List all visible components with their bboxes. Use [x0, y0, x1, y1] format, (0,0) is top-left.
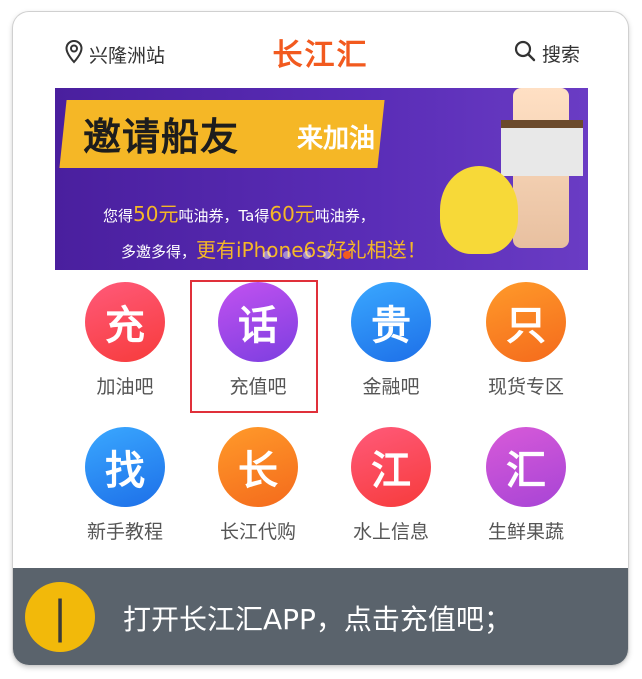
- feature-icon: 找: [85, 427, 165, 507]
- feature-tile[interactable]: 汇生鲜果蔬: [471, 427, 581, 544]
- search-button[interactable]: 搜索: [514, 40, 580, 67]
- banner-headline-emphasis: 来加油: [297, 124, 376, 154]
- banner-figure-shorts: [501, 120, 583, 176]
- feature-label: 金融吧: [362, 376, 420, 398]
- carousel-dot[interactable]: [303, 251, 311, 259]
- feature-tile[interactable]: 只现货专区: [471, 282, 581, 399]
- carousel-dots[interactable]: [263, 251, 351, 259]
- feature-label: 现货专区: [487, 376, 564, 398]
- feature-tile[interactable]: 充加油吧: [70, 282, 180, 399]
- carousel-dot[interactable]: [323, 251, 331, 259]
- feature-tile[interactable]: 长长江代购: [203, 427, 313, 544]
- banner-amount: 60元: [269, 202, 315, 226]
- feature-label: 长江代购: [219, 521, 296, 543]
- feature-icon: 江: [351, 427, 431, 507]
- feature-tile[interactable]: 找新手教程: [70, 427, 180, 544]
- banner-mascot: [440, 166, 518, 254]
- feature-tile[interactable]: 贵金融吧: [336, 282, 446, 399]
- instruction-bar: | 打开长江汇APP，点击充值吧；: [13, 568, 628, 665]
- search-label: 搜索: [541, 44, 580, 66]
- highlight-box: [190, 280, 318, 413]
- banner-text: 吨油券，: [314, 207, 375, 225]
- carousel-dot[interactable]: [283, 251, 291, 259]
- feature-tile[interactable]: 江水上信息: [336, 427, 446, 544]
- banner-amount: 50元: [133, 202, 179, 226]
- feature-icon: 贵: [351, 282, 431, 362]
- feature-icon: 长: [218, 427, 298, 507]
- instruction-text: 打开长江汇APP，点击充值吧；: [123, 603, 512, 636]
- promo-banner[interactable]: 邀请船友 来加油 您得50元吨油券，Ta得60元吨油券， 多邀多得，更有iPho…: [55, 88, 588, 270]
- carousel-dot[interactable]: [343, 251, 351, 259]
- carousel-dot[interactable]: [263, 251, 271, 259]
- banner-text: 多邀多得，: [121, 243, 197, 261]
- app-header: 兴隆洲站 长江汇 搜索: [13, 12, 628, 86]
- feature-icon: 充: [85, 282, 165, 362]
- feature-label: 生鲜果蔬: [487, 521, 564, 543]
- banner-headline: 邀请船友: [83, 114, 240, 159]
- feature-label: 新手教程: [86, 521, 163, 543]
- feature-label: 水上信息: [352, 521, 429, 543]
- search-icon: [514, 40, 536, 67]
- feature-icon: 汇: [486, 427, 566, 507]
- feature-icon: 只: [486, 282, 566, 362]
- feature-label: 加油吧: [96, 376, 154, 398]
- banner-text: 吨油券，Ta得: [178, 207, 270, 225]
- phone-screen: 兴隆洲站 长江汇 搜索 邀请船友 来加油 您得50元吨油券，Ta得60元吨油券，…: [13, 12, 628, 665]
- step-badge: |: [25, 582, 95, 652]
- banner-text: 您得: [103, 207, 134, 225]
- banner-offer-line: 您得50元吨油券，Ta得60元吨油券，: [103, 198, 375, 227]
